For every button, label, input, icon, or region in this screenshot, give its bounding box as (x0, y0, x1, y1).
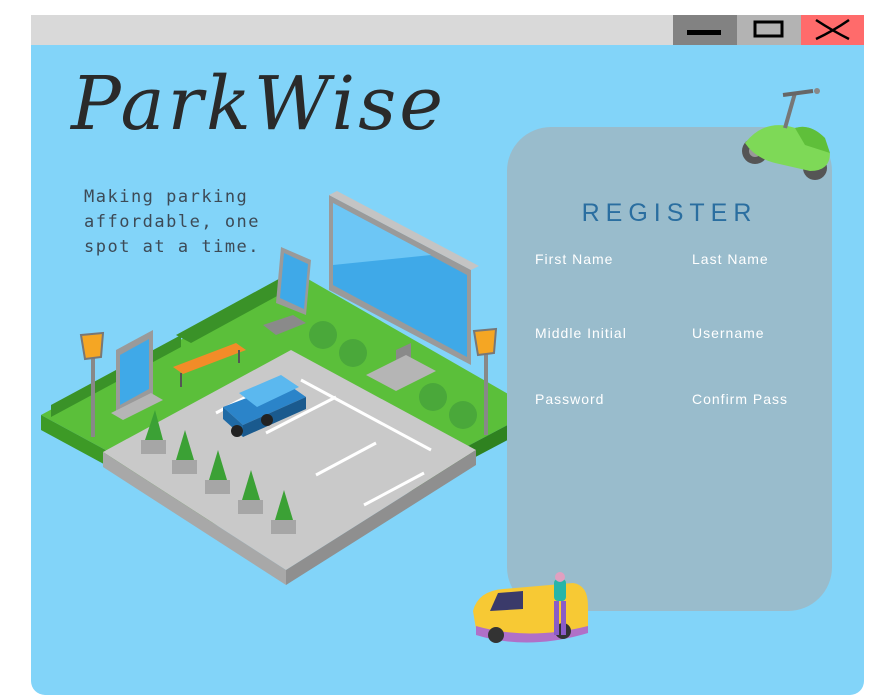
register-title: REGISTER (581, 199, 758, 227)
minimize-button[interactable] (673, 15, 737, 45)
username-input[interactable] (692, 343, 822, 373)
last-name-label: Last Name (692, 251, 769, 267)
scooter-illustration (742, 88, 830, 180)
parking-lot-illustration (41, 191, 536, 585)
minimize-icon (687, 30, 721, 35)
last-name-input[interactable] (692, 269, 822, 299)
app-logo: ParkWise (71, 61, 446, 147)
app-window: ParkWise Making parking affordable, one … (31, 15, 864, 695)
password-label: Password (535, 391, 605, 407)
register-panel: REGISTER First Name Last Name Middle Ini… (507, 127, 832, 611)
first-name-input[interactable] (535, 269, 665, 299)
close-icon (815, 18, 850, 41)
first-name-label: First Name (535, 251, 614, 267)
password-input[interactable] (535, 409, 665, 439)
confirm-pass-input[interactable] (692, 409, 822, 439)
middle-initial-input[interactable] (535, 343, 665, 373)
close-button[interactable] (801, 15, 864, 45)
maximize-icon (753, 20, 784, 38)
middle-initial-label: Middle Initial (535, 325, 627, 341)
maximize-button[interactable] (737, 15, 801, 45)
title-bar (31, 15, 864, 45)
username-label: Username (692, 325, 765, 341)
van-illustration (473, 572, 588, 643)
confirm-pass-label: Confirm Pass (692, 391, 789, 407)
